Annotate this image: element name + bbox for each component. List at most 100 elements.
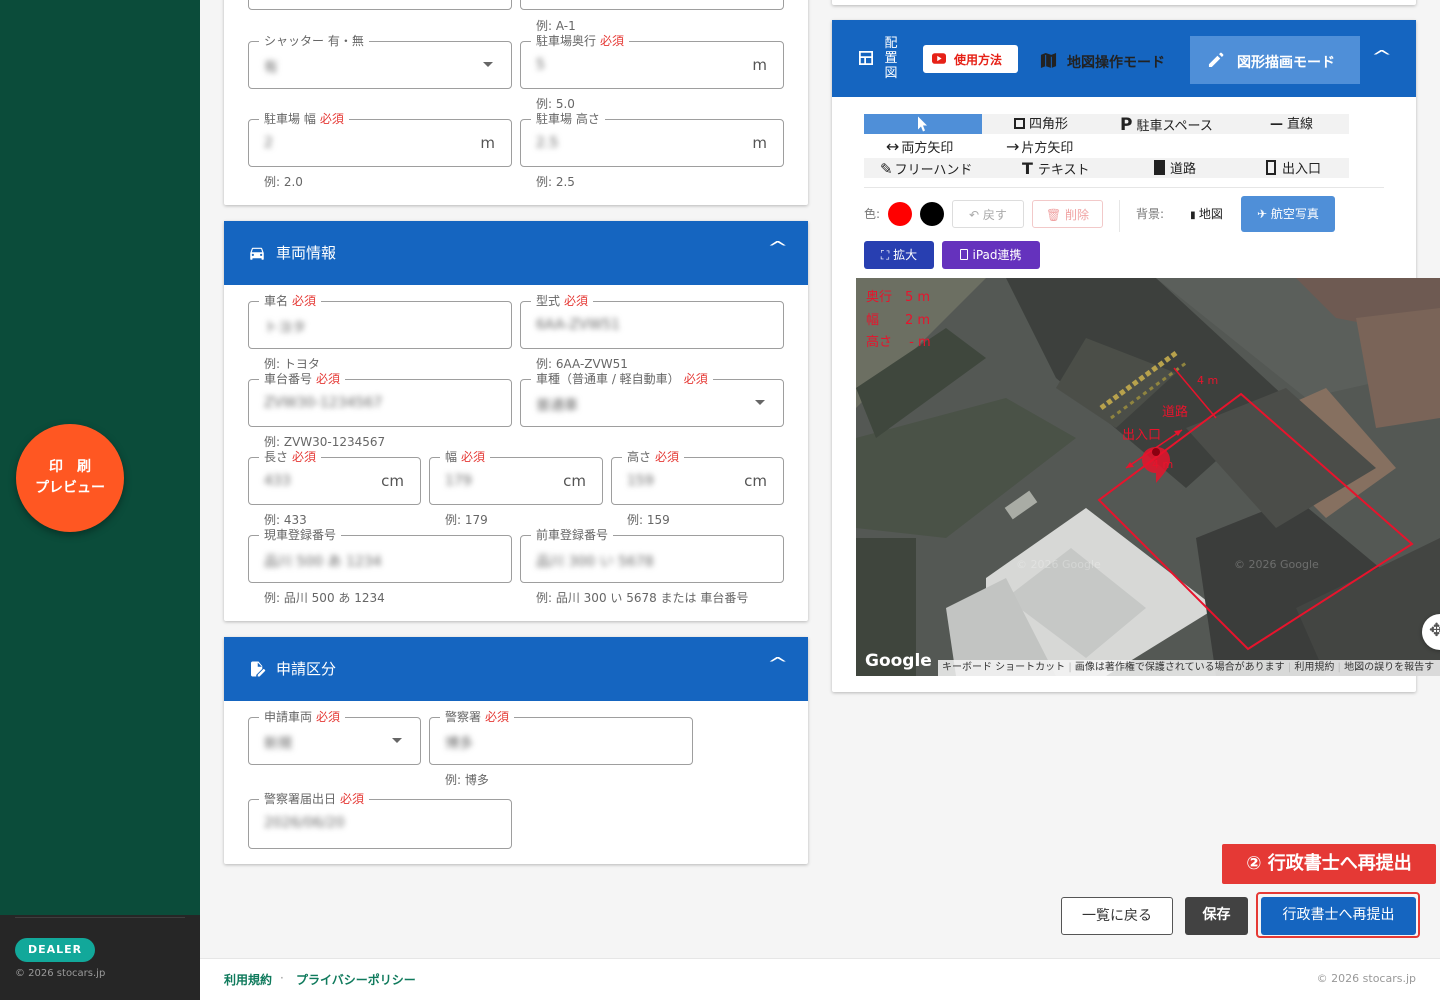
expand-button[interactable]: ⛶ 拡大	[864, 241, 934, 269]
map-icon	[1040, 52, 1057, 69]
terms-link[interactable]: 利用規約	[224, 971, 272, 988]
map-watermark: © 2026 Google	[1234, 558, 1319, 571]
freehand-icon: ✎	[880, 160, 893, 178]
length-field[interactable]: 長さ 必須 433 cm	[248, 449, 421, 505]
single-arrow-tool[interactable]: → 片方矢印	[1006, 138, 1073, 158]
field-value: 品川 500 あ 1234	[264, 554, 382, 570]
chevron-up-icon[interactable]: ^	[1371, 47, 1392, 66]
field-hint: 例: 2.0	[264, 175, 303, 189]
legend-height: 高さ - m	[866, 335, 931, 350]
parking-height-field[interactable]: 駐車場 高さ 2.5 m	[520, 111, 784, 167]
map-watermark: © 2026 Google	[1016, 558, 1101, 571]
road-icon	[1154, 160, 1165, 175]
chevron-up-icon[interactable]: ^	[767, 654, 788, 673]
current-registration-field[interactable]: 現車登録番号 品川 500 あ 1234	[248, 527, 512, 583]
ipad-sync-button[interactable]: iPad連携	[942, 241, 1040, 269]
chevron-up-icon[interactable]: ^	[767, 238, 788, 257]
field-value: 新規	[264, 736, 292, 752]
background-aerial-button[interactable]: ✈ 航空写真	[1241, 196, 1335, 232]
delete-button[interactable]: 🗑 削除	[1032, 200, 1103, 228]
top-right-field[interactable]	[520, 0, 784, 10]
print-preview-button[interactable]: 印刷 プレビュー	[16, 424, 124, 532]
freehand-tool[interactable]: ✎ フリーハンド	[880, 160, 972, 180]
application-category-header[interactable]: 申請区分 ^	[224, 637, 808, 701]
text-icon: T	[1022, 159, 1033, 178]
field-hint: 例: 品川 500 あ 1234	[264, 591, 385, 605]
vehicle-type-select[interactable]: 車種（普通車 / 軽自動車） 必須 普通車	[520, 371, 784, 427]
car-name-field[interactable]: 車名 必須 トヨタ	[248, 293, 512, 349]
map-mode-button[interactable]: 地図操作モード	[1028, 36, 1190, 84]
parking-width-field[interactable]: 駐車場 幅必須 2 m	[248, 111, 512, 167]
color-red-swatch[interactable]	[888, 202, 912, 226]
width-field[interactable]: 幅必須 179 cm	[429, 449, 603, 505]
privacy-link[interactable]: プライバシーポリシー	[296, 971, 416, 988]
unit-label: cm	[381, 472, 404, 490]
field-hint: 例: ZVW30-1234567	[264, 435, 386, 449]
dropdown-caret-icon	[392, 738, 402, 743]
double-arrow-tool[interactable]: ↔ 両方矢印	[886, 138, 953, 158]
report-error-link[interactable]: 地図の誤りを報告す	[1344, 662, 1434, 673]
undo-button[interactable]: ↶ 戻す	[952, 200, 1024, 228]
model-field[interactable]: 型式 必須 6AA-ZVW51	[520, 293, 784, 349]
parking-space-tool[interactable]: P 駐車スペース	[1120, 116, 1213, 136]
terms-link[interactable]: 利用規約	[1294, 662, 1334, 673]
unit-label: cm	[563, 472, 586, 490]
field-value: 433	[264, 473, 291, 489]
chassis-number-field[interactable]: 車台番号 必須 ZVW30-1234567	[248, 371, 512, 427]
field-hint: 例: 5.0	[536, 97, 575, 111]
police-station-field[interactable]: 警察署 必須 博多	[429, 709, 693, 765]
application-category-card: 申請区分 ^ 申請車両 必須 新規 警察署 必須 博多 例: 博多 警察署届出日 必須…	[224, 637, 808, 864]
entrance-tool[interactable]: 出入口	[1266, 160, 1321, 179]
select-tool[interactable]	[864, 114, 982, 134]
vehicle-info-card: 車両情報 ^ 車名 必須 トヨタ 型式 必須 6AA-ZVW51 例: トヨタ 例:…	[224, 221, 808, 621]
field-hint: 例: 品川 300 い 5678 または 車台番号	[536, 591, 749, 605]
aerial-map[interactable]: 奥行 5 m 幅 2 m 高さ - m 4 m 道路 出入口 4 m © 202…	[856, 278, 1440, 676]
move-icon: ✥	[1429, 620, 1440, 641]
previous-registration-field[interactable]: 前車登録番号 品川 300 い 5678	[520, 527, 784, 583]
dimension-label: 4 m	[1197, 374, 1219, 387]
vehicle-info-header[interactable]: 車両情報 ^	[224, 221, 808, 285]
back-to-list-button[interactable]: 一覧に戻る	[1061, 897, 1173, 935]
field-label: 幅必須	[440, 449, 491, 465]
copyright-notice: 画像は著作権で保護されている場合があります	[1074, 662, 1285, 673]
field-hint: 例: A-1	[536, 19, 576, 33]
police-filing-date-field[interactable]: 警察署届出日 必須 2026/06/20	[248, 791, 512, 849]
road-label: 道路	[1162, 405, 1189, 420]
field-value: 6AA-ZVW51	[536, 317, 621, 333]
field-value: ZVW30-1234567	[264, 395, 383, 411]
field-label: 駐車場 高さ	[531, 111, 605, 127]
footer-copyright: © 2026 stocars.jp	[1316, 972, 1416, 985]
dropdown-caret-icon	[755, 400, 765, 405]
line-tool[interactable]: — 直線	[1270, 116, 1313, 134]
road-tool[interactable]: 道路	[1154, 160, 1196, 179]
field-hint: 例: 433	[264, 513, 307, 527]
color-black-swatch[interactable]	[920, 202, 944, 226]
draw-mode-button[interactable]: 図形描画モード	[1190, 36, 1360, 84]
field-value: 博多	[445, 736, 473, 752]
text-tool[interactable]: T テキスト	[1022, 160, 1090, 180]
expand-icon: ⛶	[880, 248, 894, 262]
application-vehicle-select[interactable]: 申請車両 必須 新規	[248, 709, 421, 765]
preview-label-line1: 印刷	[49, 459, 105, 475]
field-label: 駐車場 幅必須	[259, 111, 349, 127]
height-field[interactable]: 高さ 必須 159 cm	[611, 449, 784, 505]
map-attribution: キーボード ショートカット | 画像は著作権で保護されている場合があります | …	[938, 660, 1440, 676]
field-hint: 例: 179	[445, 513, 488, 527]
double-arrow-icon: ↔	[886, 137, 900, 156]
field-value: 品川 300 い 5678	[536, 554, 654, 570]
keyboard-shortcuts-link[interactable]: キーボード ショートカット	[942, 662, 1065, 673]
howto-button[interactable]: 使用方法	[923, 45, 1018, 73]
rect-tool[interactable]: 四角形	[1014, 116, 1068, 134]
save-button[interactable]: 保存	[1185, 897, 1248, 935]
field-label: シャッター 有・無	[259, 33, 369, 49]
top-left-field[interactable]	[248, 0, 512, 10]
background-map-button[interactable]: ▮ 地図	[1173, 196, 1240, 232]
resubmit-button[interactable]: 行政書士へ再提出	[1261, 897, 1416, 935]
ipad-icon	[960, 249, 969, 260]
door-icon	[1266, 160, 1276, 175]
layout-icon	[859, 51, 873, 65]
shutter-select[interactable]: シャッター 有・無 有	[248, 33, 512, 89]
field-hint: 例: トヨタ	[264, 357, 320, 371]
legend-width: 幅 2 m	[866, 313, 931, 328]
parking-depth-field[interactable]: 駐車場奥行 必須 5 m	[520, 33, 784, 89]
